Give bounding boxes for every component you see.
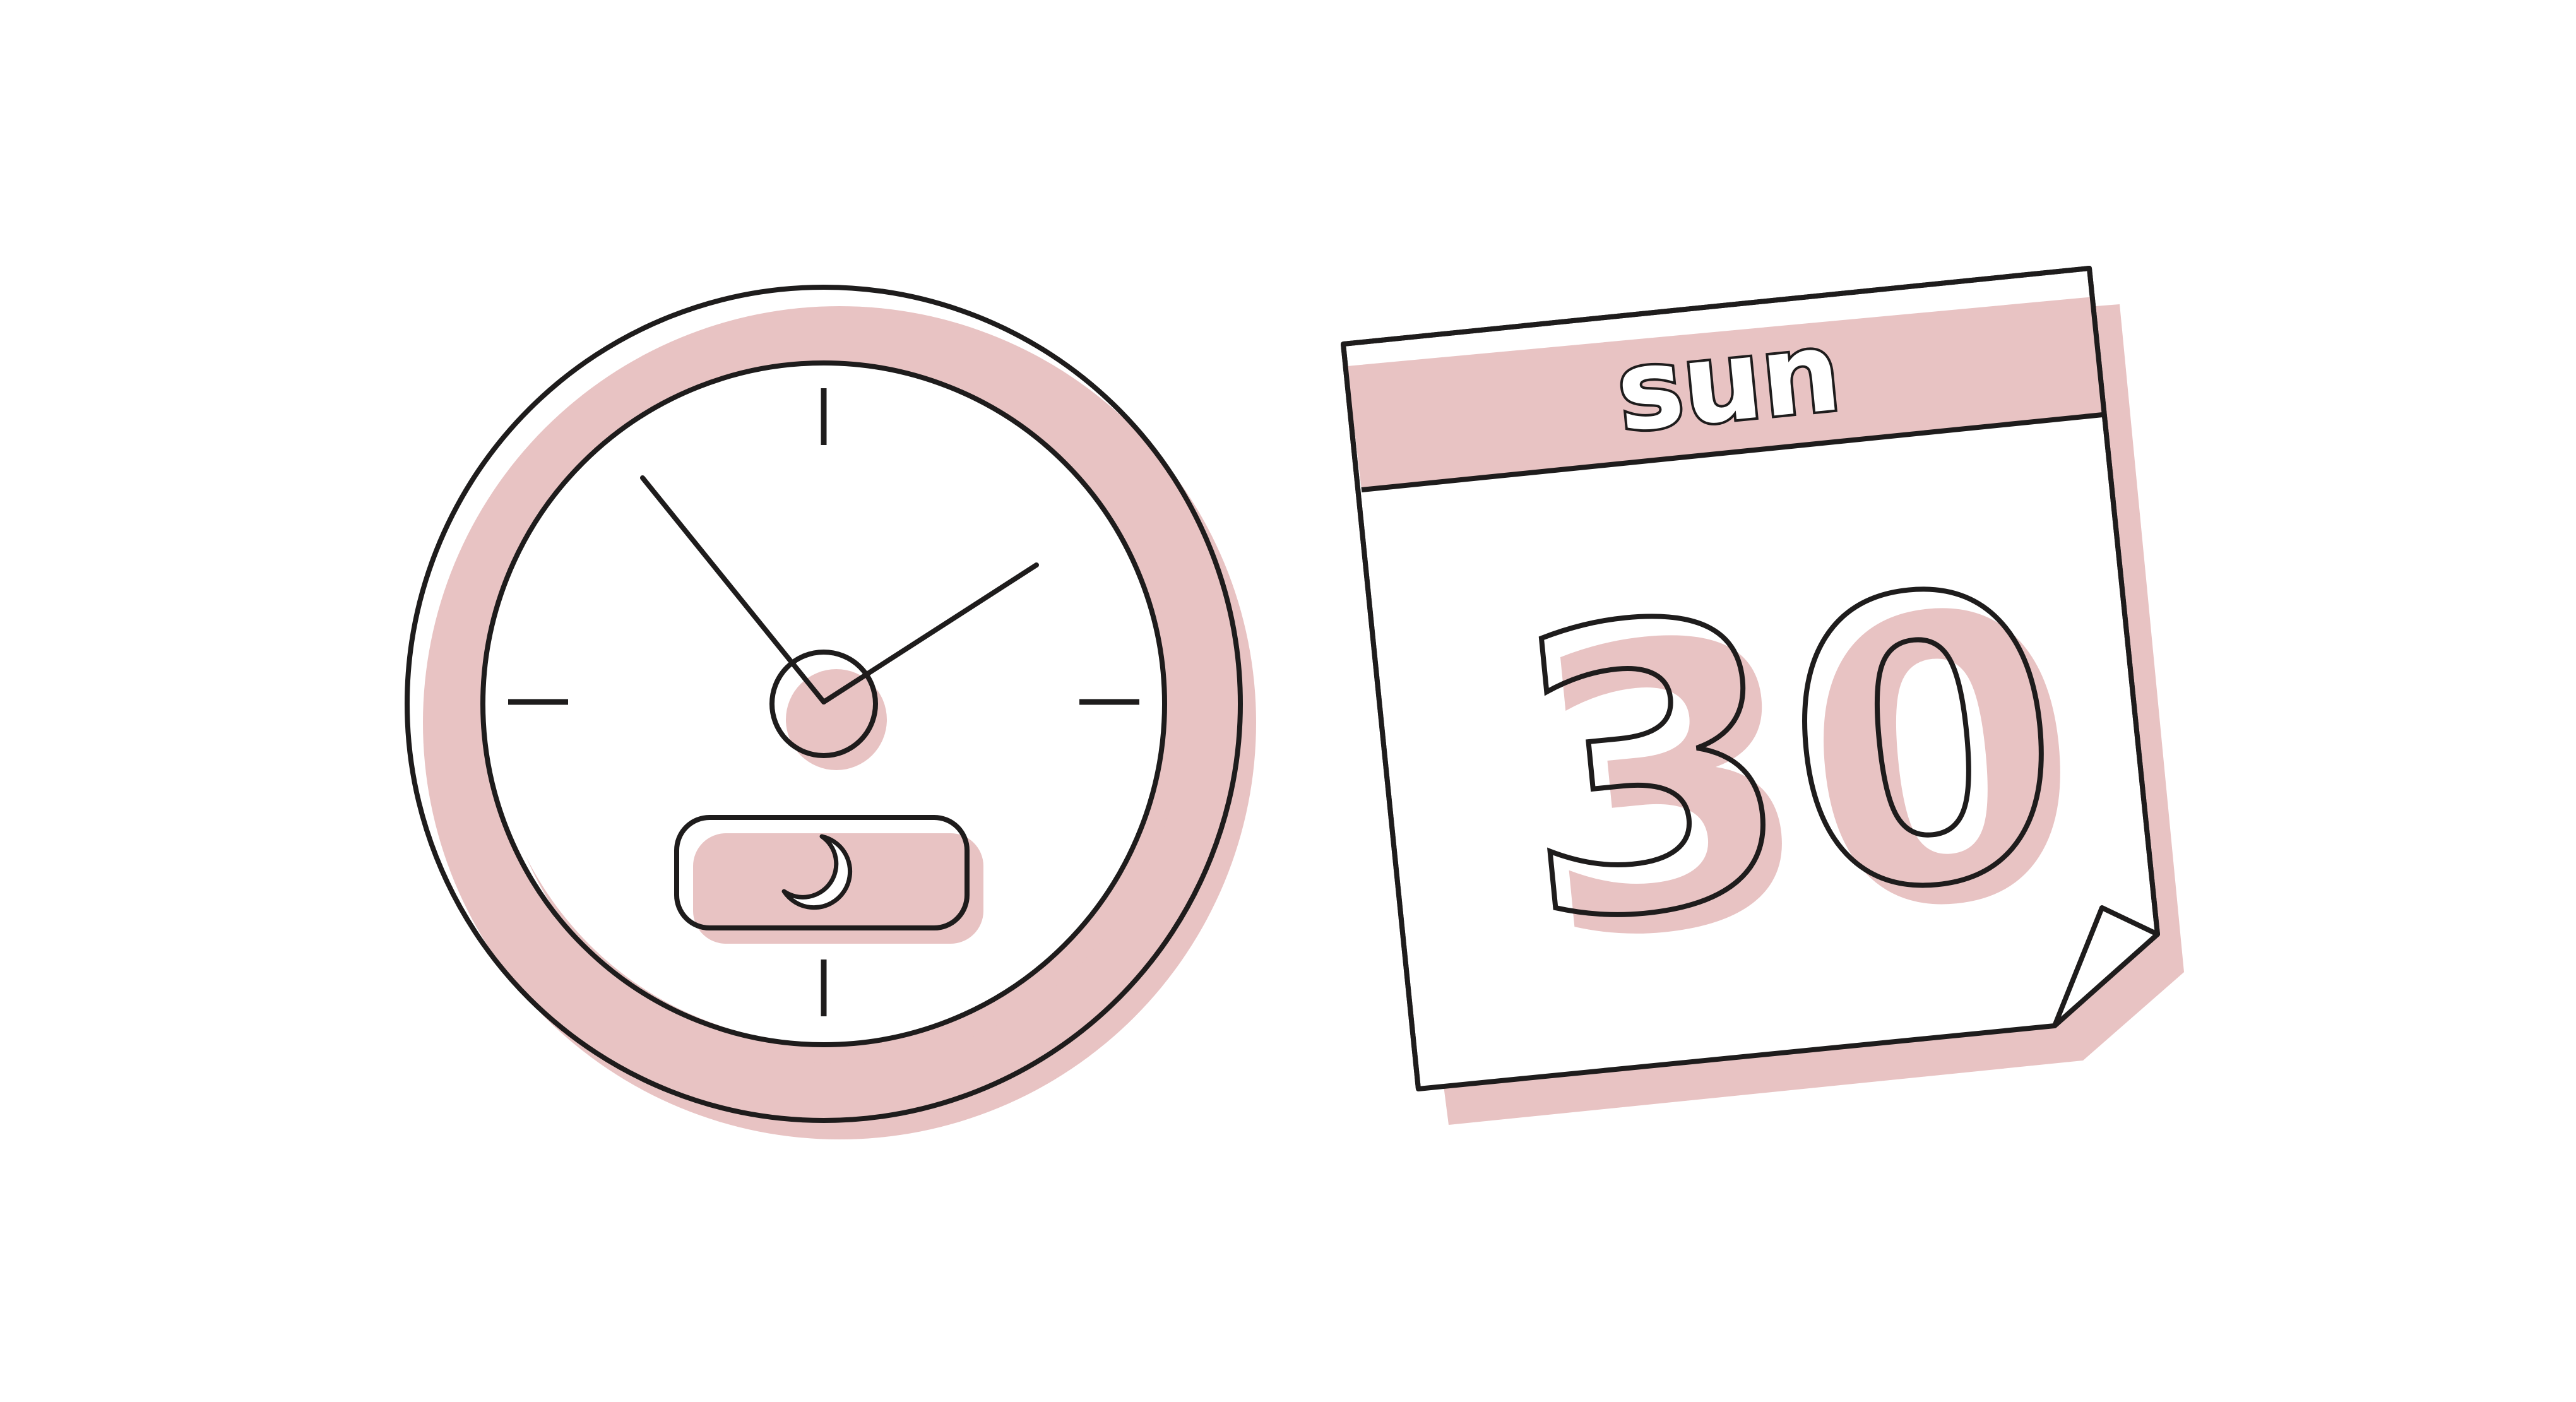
clock-mode-pill [674,815,983,944]
illustration-canvas: sun 30 30 [0,0,2576,1402]
wall-clock [405,285,1256,1139]
calendar-day-number: 30 [1495,505,2081,1011]
calendar-weekday-label: sun [1611,307,1846,457]
calendar-page: sun 30 30 [1341,266,2184,1125]
illustration-svg: sun 30 30 [405,266,2184,1139]
